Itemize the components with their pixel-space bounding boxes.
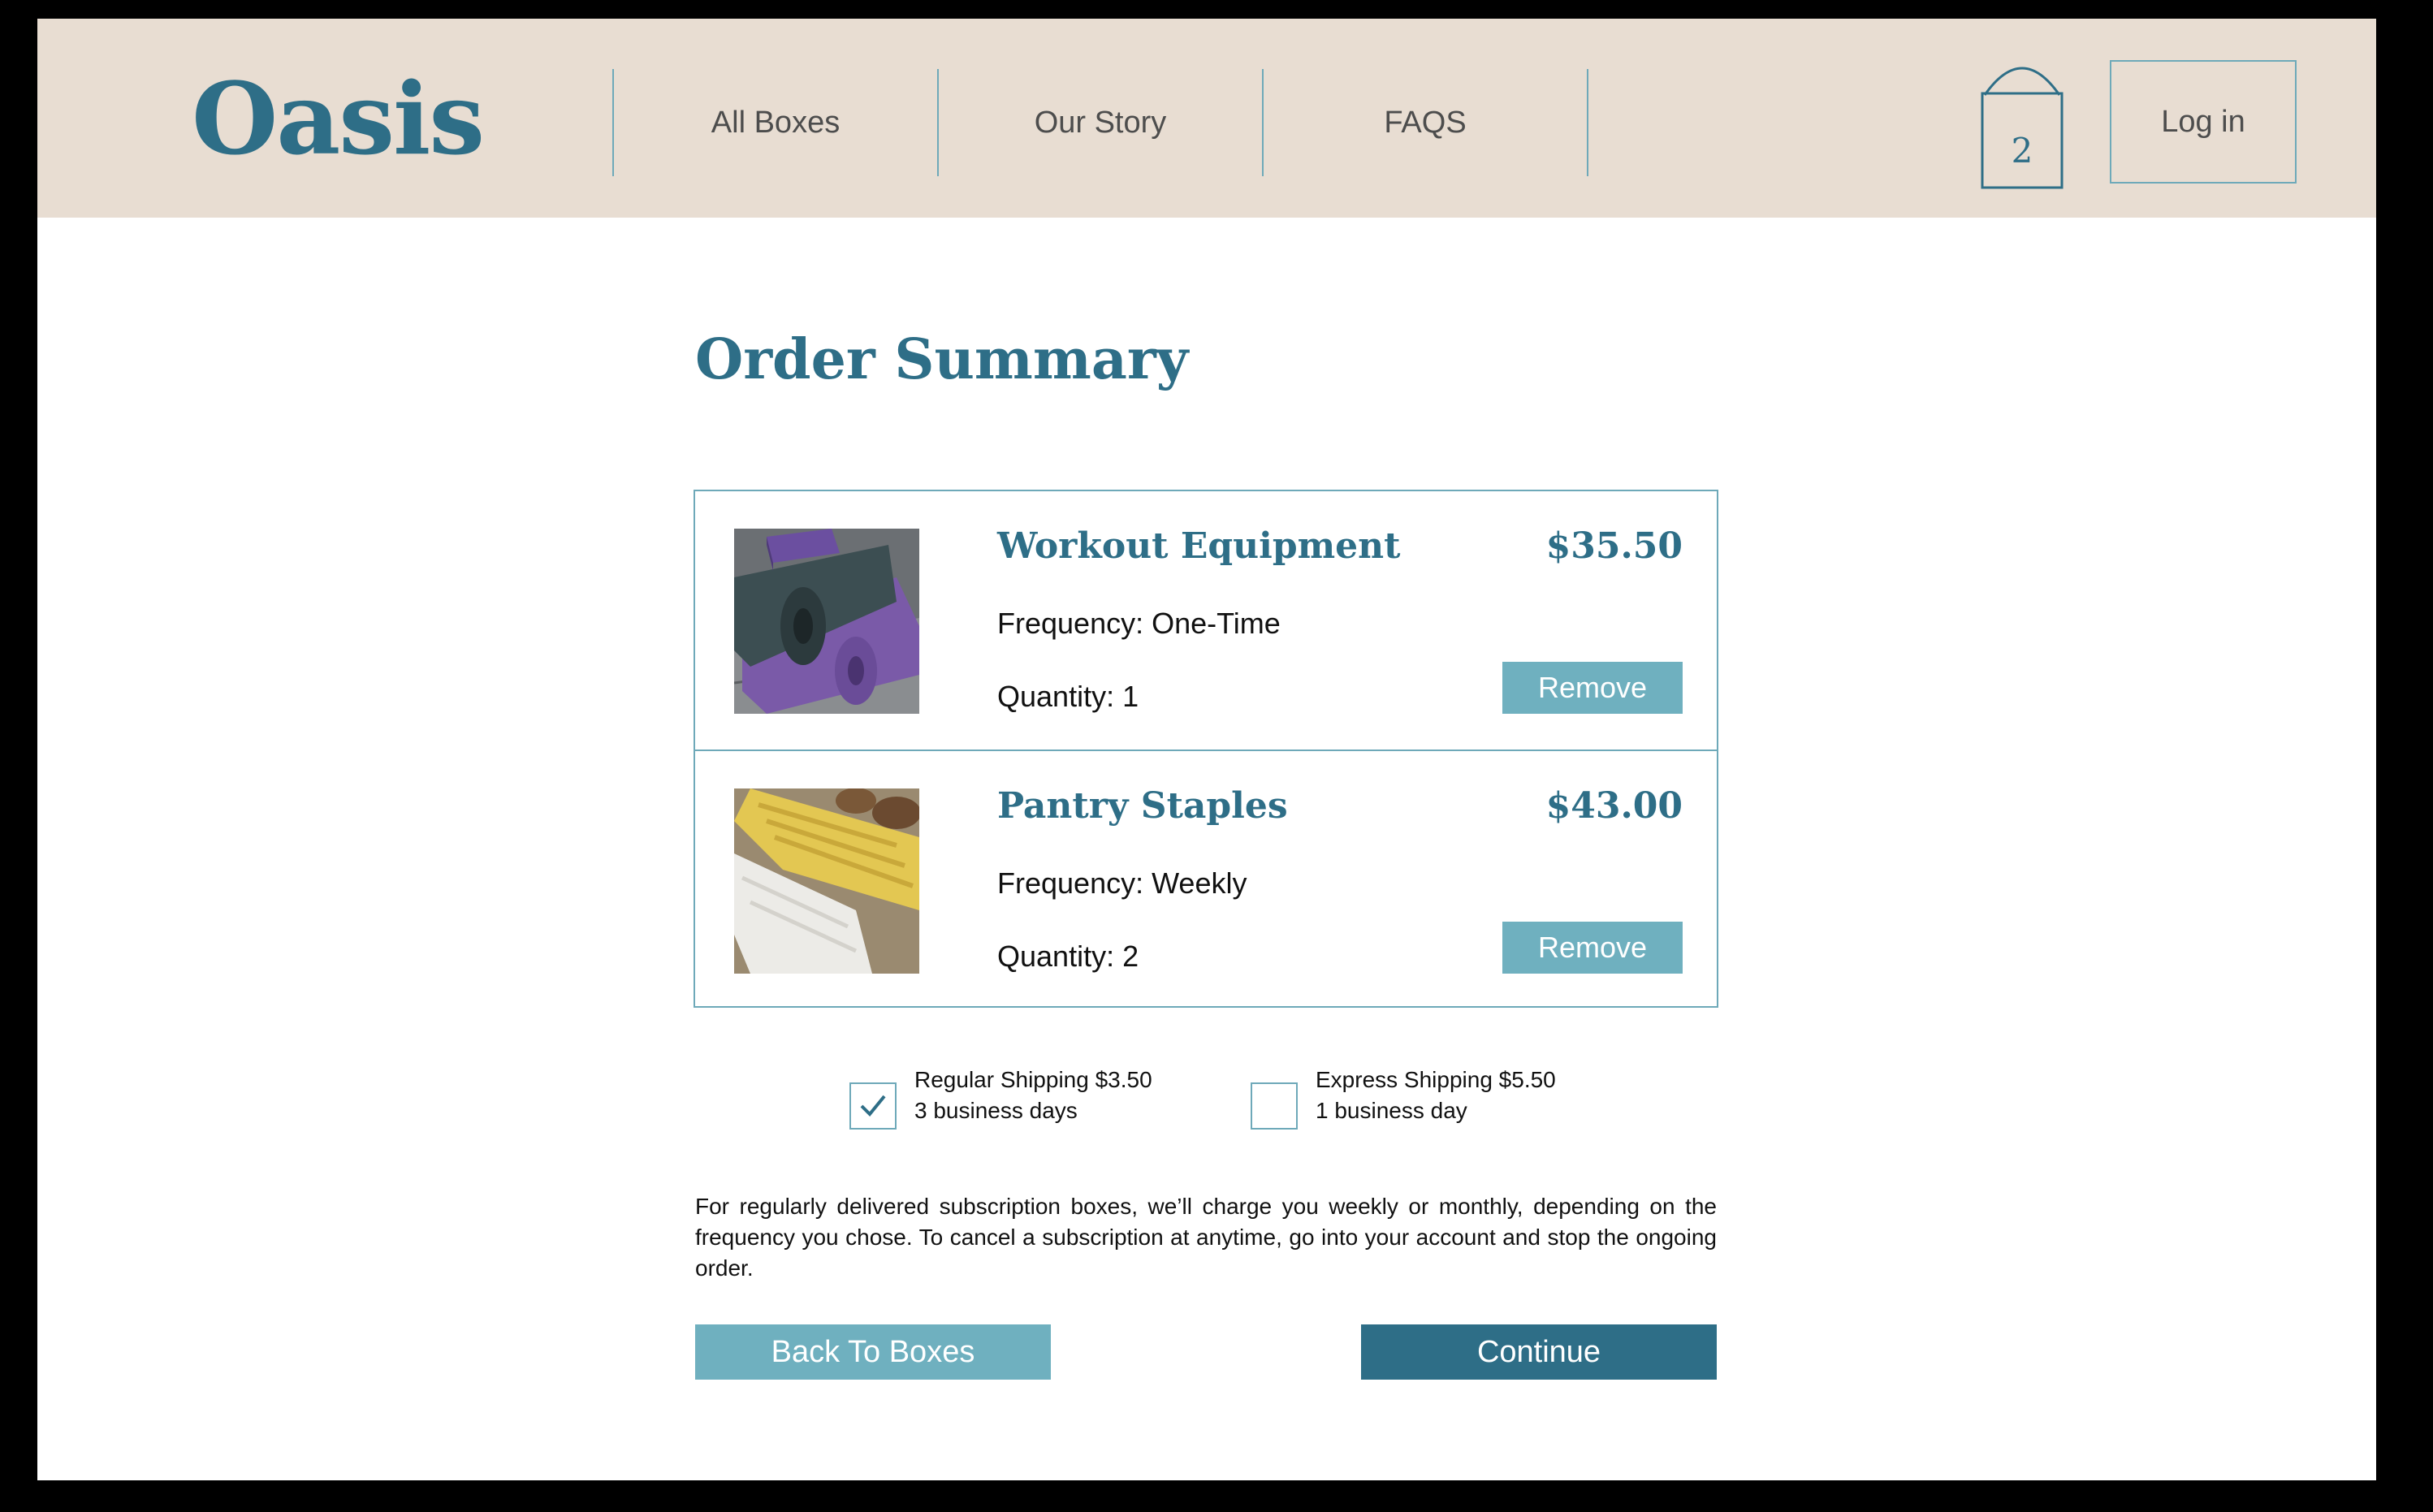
subscription-note: For regularly delivered subscription box…: [695, 1194, 1717, 1281]
regular-shipping-option[interactable]: Regular Shipping $3.50 3 business days: [849, 1065, 1152, 1130]
express-shipping-option[interactable]: Express Shipping $5.50 1 business day: [1251, 1065, 1556, 1130]
nav-item-our-story[interactable]: Our Story: [939, 69, 1262, 176]
regular-shipping-label: Regular Shipping $3.50: [914, 1067, 1152, 1092]
order-list: Workout Equipment $35.50 Frequency: One-…: [694, 490, 1718, 1008]
product-price: $43.00: [1545, 785, 1683, 827]
express-shipping-checkbox[interactable]: [1251, 1082, 1298, 1130]
product-price: $35.50: [1545, 525, 1683, 567]
product-frequency: Frequency: One-Time: [997, 607, 1281, 640]
shopping-bag-icon: [1981, 67, 2064, 189]
page-frame: Oasis All Boxes Our Story FAQS 2 Log in …: [37, 19, 2376, 1480]
nav-item-faqs[interactable]: FAQS: [1264, 69, 1587, 176]
continue-button[interactable]: Continue: [1361, 1324, 1717, 1380]
express-shipping-detail: 1 business day: [1316, 1098, 1467, 1123]
order-item: Workout Equipment $35.50 Frequency: One-…: [695, 491, 1717, 749]
remove-button[interactable]: Remove: [1502, 922, 1683, 974]
checkmark-icon: [860, 1095, 886, 1117]
brand-logo[interactable]: Oasis: [192, 69, 485, 168]
express-shipping-label: Express Shipping $5.50: [1316, 1067, 1556, 1092]
product-image-pantry: [734, 788, 919, 974]
regular-shipping-detail: 3 business days: [914, 1098, 1078, 1123]
cart-count: 2: [2011, 131, 2033, 171]
login-button[interactable]: Log in: [2110, 60, 2297, 184]
product-quantity: Quantity: 2: [997, 940, 1139, 973]
product-name: Workout Equipment: [997, 525, 1401, 567]
cart-button[interactable]: 2: [1980, 59, 2064, 191]
order-item: Pantry Staples $43.00 Frequency: Weekly …: [695, 750, 1717, 1009]
nav-divider: [1587, 69, 1588, 176]
site-header: Oasis All Boxes Our Story FAQS 2 Log in: [37, 19, 2376, 218]
product-frequency: Frequency: Weekly: [997, 866, 1247, 900]
nav-item-all-boxes[interactable]: All Boxes: [614, 69, 937, 176]
product-name: Pantry Staples: [997, 785, 1288, 827]
product-quantity: Quantity: 1: [997, 680, 1139, 713]
back-to-boxes-button[interactable]: Back To Boxes: [695, 1324, 1051, 1380]
page-title: Order Summary: [695, 327, 1189, 392]
product-image-workout: [734, 529, 919, 714]
regular-shipping-checkbox[interactable]: [849, 1082, 897, 1130]
remove-button[interactable]: Remove: [1502, 662, 1683, 714]
